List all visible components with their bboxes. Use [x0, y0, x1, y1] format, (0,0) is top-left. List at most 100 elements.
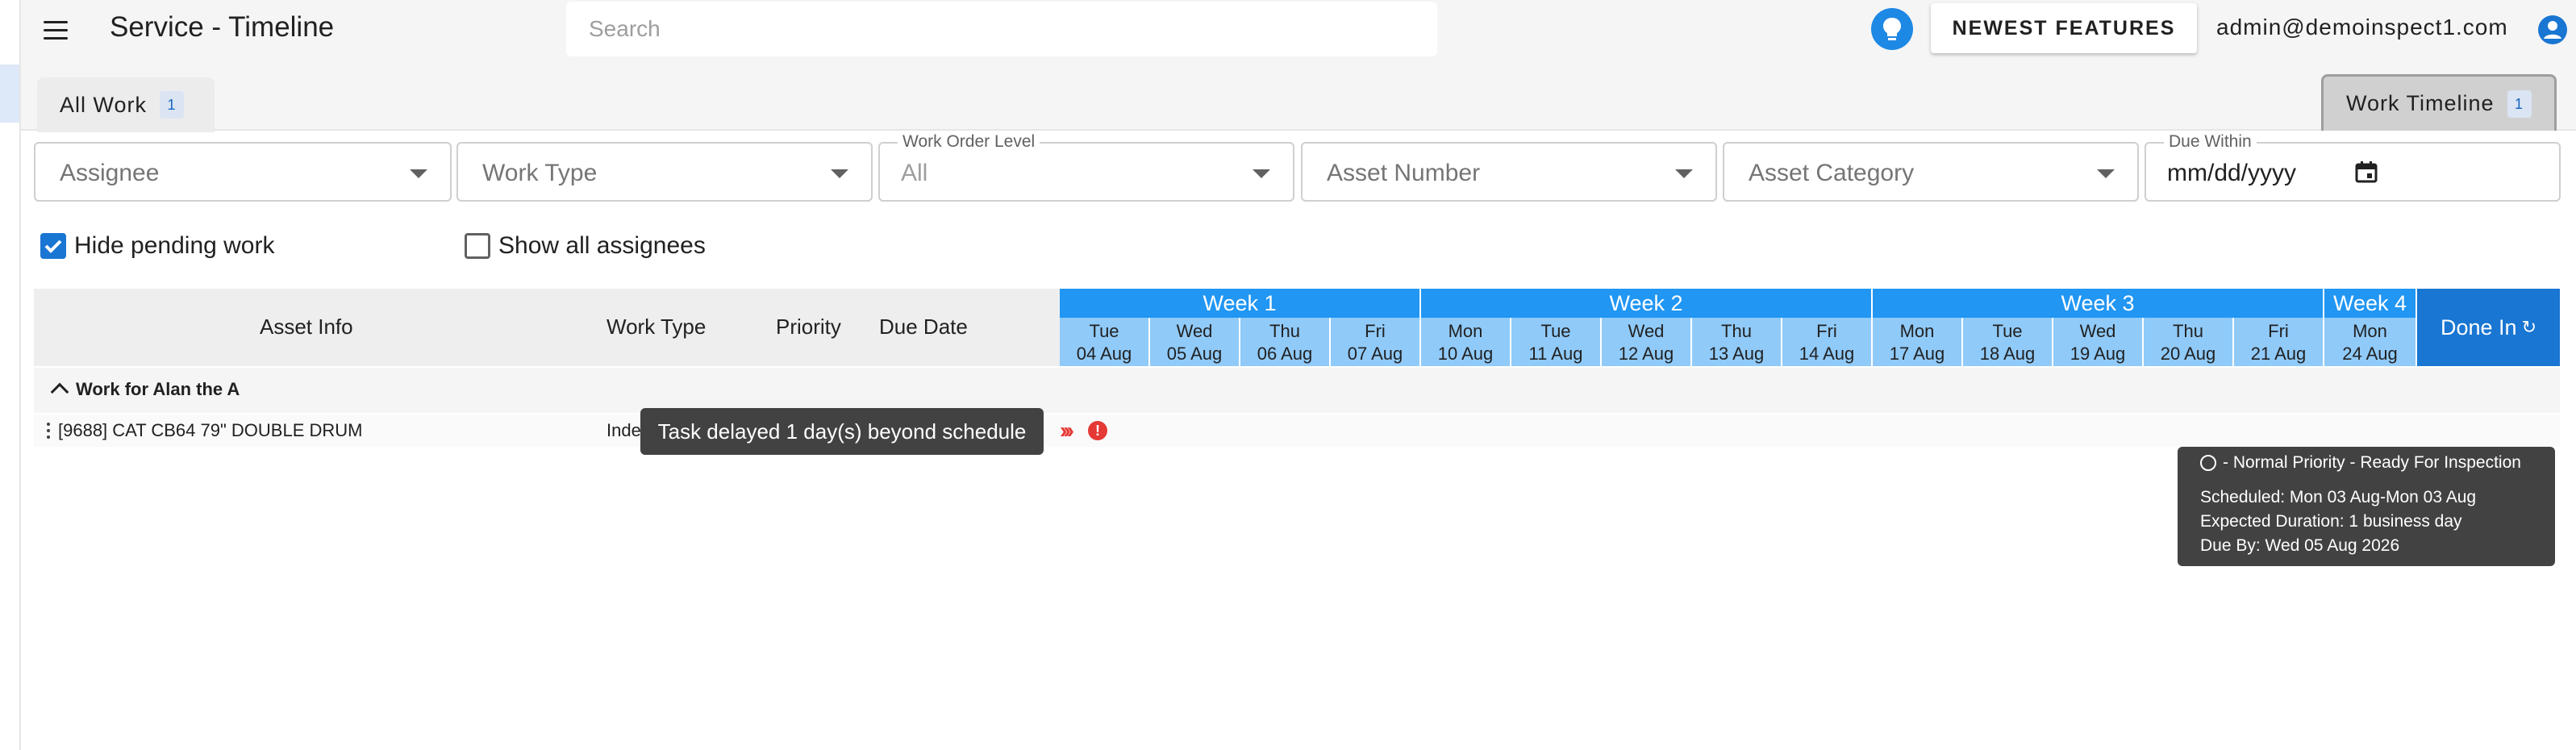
- week-header: Week 4: [2324, 289, 2417, 318]
- refresh-icon[interactable]: ↻: [2522, 317, 2536, 338]
- tab-label: Work Timeline: [2346, 91, 2495, 115]
- column-header-asset-info[interactable]: Asset Info: [260, 315, 353, 340]
- day-date: 11 Aug: [1528, 344, 1583, 364]
- lightbulb-icon[interactable]: [1871, 8, 1913, 50]
- asset-info-cell[interactable]: [9688] CAT CB64 79" DOUBLE DRUM: [58, 420, 362, 441]
- day-header: Mon 24 Aug: [2324, 318, 2417, 366]
- assignee-placeholder: Assignee: [60, 160, 160, 186]
- asset-number-placeholder: Asset Number: [1327, 160, 1481, 186]
- asset-category-placeholder: Asset Category: [1749, 160, 1915, 186]
- show-all-assignees-label: Show all assignees: [498, 232, 706, 259]
- work-type-cell: Inde: [606, 420, 641, 440]
- show-all-assignees-checkbox[interactable]: Show all assignees: [465, 232, 706, 260]
- day-header: Thu 06 Aug: [1240, 318, 1331, 366]
- user-email: admin@demoinspect1.com: [2216, 15, 2508, 40]
- more-options-icon[interactable]: [47, 423, 50, 439]
- assignee-group-row[interactable]: Work for Alan the A: [34, 368, 2560, 413]
- day-date: 07 Aug: [1347, 344, 1403, 364]
- assignee-select[interactable]: Assignee: [34, 142, 452, 202]
- work-order-level-select[interactable]: Work Order Level All: [878, 132, 1294, 202]
- work-order-level-value: All: [901, 160, 928, 186]
- day-header: Thu 20 Aug: [2144, 318, 2234, 366]
- day-date: 10 Aug: [1437, 344, 1494, 364]
- count-badge: 1: [2507, 90, 2532, 118]
- day-date: 24 Aug: [2342, 344, 2398, 364]
- due-within-value: mm/dd/yyyy: [2167, 160, 2297, 186]
- day-header: Tue 11 Aug: [1511, 318, 1602, 366]
- left-nav-selected-indicator[interactable]: [0, 65, 19, 123]
- work-order-level-label: Work Order Level: [898, 132, 1040, 152]
- day-of-week: Mon: [1448, 321, 1483, 341]
- chevron-up-icon[interactable]: [50, 382, 69, 402]
- left-nav-strip: [0, 0, 21, 750]
- count-badge: 1: [160, 91, 185, 119]
- tooltip-duration: Expected Duration: 1 business day: [2200, 512, 2462, 531]
- day-header: Fri 14 Aug: [1782, 318, 1873, 366]
- done-in-label: Done In: [2440, 315, 2517, 340]
- day-of-week: Wed: [1176, 321, 1213, 341]
- day-date: 04 Aug: [1076, 344, 1132, 364]
- work-type-placeholder: Work Type: [482, 160, 598, 186]
- asset-category-select[interactable]: Asset Category: [1723, 142, 2139, 202]
- column-header-priority[interactable]: Priority: [776, 315, 841, 340]
- dropdown-caret-icon: [2097, 169, 2115, 178]
- asset-number-select[interactable]: Asset Number: [1301, 142, 1717, 202]
- day-of-week: Tue: [1540, 321, 1571, 341]
- account-icon[interactable]: [2537, 15, 2568, 45]
- tab-work-timeline[interactable]: Work Timeline 1: [2321, 74, 2557, 131]
- day-of-week: Mon: [1899, 321, 1935, 341]
- search-field[interactable]: [566, 2, 1437, 56]
- day-of-week: Fri: [2268, 321, 2289, 341]
- tab-label: All Work: [60, 92, 148, 117]
- search-input[interactable]: [566, 2, 1437, 56]
- tooltip-due: Due By: Wed 05 Aug 2026: [2200, 536, 2400, 555]
- delay-arrows-icon[interactable]: ›››: [1060, 418, 1074, 444]
- day-date: 21 Aug: [2250, 344, 2307, 364]
- day-header: Wed 05 Aug: [1150, 318, 1240, 366]
- done-in-column-header[interactable]: Done In ↻: [2417, 289, 2560, 366]
- day-date: 14 Aug: [1799, 344, 1855, 364]
- hide-pending-work-label: Hide pending work: [74, 232, 275, 259]
- week-header: Week 2: [1421, 289, 1873, 318]
- page-title: Service - Timeline: [110, 11, 335, 43]
- day-of-week: Mon: [2353, 321, 2387, 341]
- table-row[interactable]: [9688] CAT CB64 79" DOUBLE DRUM Inde ›››…: [34, 415, 2560, 447]
- calendar-icon[interactable]: [2354, 160, 2378, 184]
- day-of-week: Wed: [2079, 321, 2116, 341]
- column-header-work-type[interactable]: Work Type: [606, 315, 706, 340]
- day-date: 13 Aug: [1708, 344, 1765, 364]
- day-of-week: Fri: [1365, 321, 1386, 341]
- day-of-week: Tue: [1992, 321, 2023, 341]
- due-within-date-field[interactable]: Due Within mm/dd/yyyy: [2145, 132, 2561, 202]
- day-header: Mon 17 Aug: [1873, 318, 1963, 366]
- delay-tooltip: Task delayed 1 day(s) beyond schedule: [640, 408, 1044, 455]
- day-header: Tue 18 Aug: [1963, 318, 2053, 366]
- day-date: 12 Aug: [1618, 344, 1674, 364]
- tooltip-title: - Normal Priority - Ready For Inspection: [2223, 453, 2521, 472]
- newest-features-button[interactable]: NEWEST FEATURES: [1931, 3, 2197, 53]
- checkbox-unchecked-icon[interactable]: [465, 233, 490, 259]
- work-type-select[interactable]: Work Type: [456, 142, 873, 202]
- day-header: Fri 21 Aug: [2234, 318, 2324, 366]
- day-of-week: Tue: [1089, 321, 1119, 341]
- day-date: 19 Aug: [2070, 344, 2126, 364]
- column-header-due-date[interactable]: Due Date: [879, 315, 968, 340]
- view-tabs: All Work 1 Work Timeline 1: [21, 61, 2576, 132]
- day-date: 06 Aug: [1257, 344, 1313, 364]
- checkbox-checked-icon[interactable]: [40, 233, 66, 259]
- tooltip-title-line: - Normal Priority - Ready For Inspection: [2200, 453, 2532, 473]
- day-of-week: Thu: [2173, 321, 2203, 341]
- priority-circle-icon: [2200, 455, 2216, 471]
- day-header: Mon 10 Aug: [1421, 318, 1511, 366]
- day-of-week: Fri: [1816, 321, 1837, 341]
- day-date: 20 Aug: [2160, 344, 2216, 364]
- error-icon[interactable]: !: [1088, 421, 1107, 440]
- due-within-label: Due Within: [2164, 132, 2257, 152]
- tab-all-work[interactable]: All Work 1: [37, 77, 215, 132]
- day-date: 05 Aug: [1166, 344, 1223, 364]
- menu-icon[interactable]: [40, 16, 69, 45]
- day-header: Fri 07 Aug: [1331, 318, 1421, 366]
- day-header: Thu 13 Aug: [1692, 318, 1782, 366]
- timeline-grid-header: Asset Info Work Type Priority Due Date W…: [34, 289, 2560, 366]
- hide-pending-work-checkbox[interactable]: Hide pending work: [40, 232, 274, 260]
